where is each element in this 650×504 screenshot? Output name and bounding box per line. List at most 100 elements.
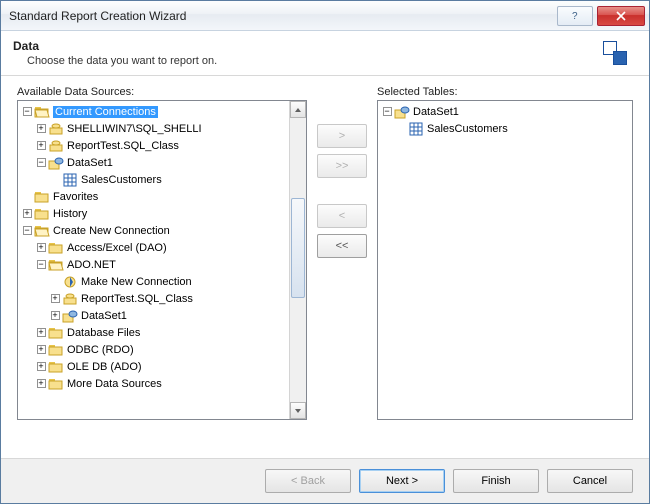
connection-icon: [48, 121, 64, 137]
node-label: OLE DB (ADO): [67, 361, 142, 373]
tree-node-reporttest2[interactable]: + ReportTest.SQL_Class: [20, 290, 306, 307]
folder-icon: [48, 342, 64, 358]
header-title: Data: [13, 39, 603, 53]
tree-node-favorites[interactable]: Favorites: [20, 188, 306, 205]
node-label: Favorites: [53, 191, 98, 203]
tree-node-database-files[interactable]: + Database Files: [20, 324, 306, 341]
selected-tree-wrap: − DataSet1 SalesCustomers: [377, 100, 633, 420]
table-icon: [408, 121, 424, 137]
dataset-icon: [48, 155, 64, 171]
tree-node-access-excel[interactable]: + Access/Excel (DAO): [20, 239, 306, 256]
node-label: ADO.NET: [67, 259, 116, 271]
close-icon: [615, 10, 627, 22]
table-icon: [62, 172, 78, 188]
svg-text:?: ?: [572, 11, 578, 22]
tree-node-dataset1[interactable]: − DataSet1: [20, 154, 306, 171]
tree-node-current-connections[interactable]: − Current Connections: [20, 103, 306, 120]
folder-icon: [34, 206, 50, 222]
expand-toggle[interactable]: −: [20, 225, 34, 236]
add-button[interactable]: >: [317, 124, 367, 148]
tree-node-shelliwin7[interactable]: + SHELLIWIN7\SQL_SHELLI: [20, 120, 306, 137]
scroll-down-button[interactable]: [290, 402, 306, 419]
node-label: More Data Sources: [67, 378, 162, 390]
connection-icon: [48, 138, 64, 154]
scroll-thumb[interactable]: [291, 198, 305, 298]
dataset-icon: [394, 104, 410, 120]
node-label: DataSet1: [413, 106, 459, 118]
tree-node-history[interactable]: + History: [20, 205, 306, 222]
expand-toggle[interactable]: +: [34, 378, 48, 389]
header-subtitle: Choose the data you want to report on.: [13, 55, 603, 67]
back-button[interactable]: < Back: [265, 469, 351, 493]
selected-tree[interactable]: − DataSet1 SalesCustomers: [378, 101, 632, 419]
dataset-icon: [62, 308, 78, 324]
expand-toggle[interactable]: +: [20, 208, 34, 219]
expand-toggle[interactable]: −: [380, 106, 394, 117]
close-button[interactable]: [597, 6, 645, 26]
add-all-button[interactable]: >>: [317, 154, 367, 178]
tree-node-make-new-connection[interactable]: Make New Connection: [20, 273, 306, 290]
folder-icon: [48, 240, 64, 256]
scrollbar[interactable]: [289, 101, 306, 419]
expand-toggle[interactable]: −: [34, 157, 48, 168]
node-label: Database Files: [67, 327, 140, 339]
wizard-body: Available Data Sources: − Current Connec…: [1, 76, 649, 458]
folder-icon: [48, 376, 64, 392]
selected-label: Selected Tables:: [377, 86, 633, 98]
folder-open-icon: [48, 257, 64, 273]
titlebar: Standard Report Creation Wizard ?: [1, 1, 649, 31]
cancel-button[interactable]: Cancel: [547, 469, 633, 493]
node-label: ODBC (RDO): [67, 344, 134, 356]
tree-node-more-data-sources[interactable]: + More Data Sources: [20, 375, 306, 392]
expand-toggle[interactable]: +: [34, 361, 48, 372]
expand-toggle[interactable]: +: [48, 293, 62, 304]
remove-button[interactable]: <: [317, 204, 367, 228]
expand-toggle[interactable]: −: [34, 259, 48, 270]
node-label: SalesCustomers: [427, 123, 508, 135]
help-icon: ?: [569, 10, 581, 22]
expand-toggle[interactable]: +: [34, 327, 48, 338]
header-decor-icon: [603, 41, 629, 67]
tree-node-reporttest[interactable]: + ReportTest.SQL_Class: [20, 137, 306, 154]
tree-node-create-new-connection[interactable]: − Create New Connection: [20, 222, 306, 239]
tree-node-odbc[interactable]: + ODBC (RDO): [20, 341, 306, 358]
expand-toggle[interactable]: −: [20, 106, 34, 117]
finish-button[interactable]: Finish: [453, 469, 539, 493]
tree-node-dataset1b[interactable]: + DataSet1: [20, 307, 306, 324]
scroll-track[interactable]: [290, 118, 306, 402]
next-button[interactable]: Next >: [359, 469, 445, 493]
expand-toggle[interactable]: +: [34, 140, 48, 151]
expand-toggle[interactable]: +: [34, 123, 48, 134]
expand-toggle[interactable]: +: [34, 242, 48, 253]
node-label: SHELLIWIN7\SQL_SHELLI: [67, 123, 202, 135]
available-tree[interactable]: − Current Connections + SHELLIWIN7\SQL_S…: [18, 101, 306, 419]
remove-all-button[interactable]: <<: [317, 234, 367, 258]
help-button[interactable]: ?: [557, 6, 593, 26]
folder-open-icon: [34, 104, 50, 120]
connection-icon: [62, 291, 78, 307]
node-label: DataSet1: [81, 310, 127, 322]
available-label: Available Data Sources:: [17, 86, 307, 98]
scroll-up-button[interactable]: [290, 101, 306, 118]
node-label: DataSet1: [67, 157, 113, 169]
tree-node-selected-dataset[interactable]: − DataSet1: [380, 103, 632, 120]
expand-toggle[interactable]: +: [34, 344, 48, 355]
tree-node-oledb[interactable]: + OLE DB (ADO): [20, 358, 306, 375]
expand-toggle[interactable]: +: [48, 310, 62, 321]
folder-icon: [48, 359, 64, 375]
node-label: Create New Connection: [53, 225, 170, 237]
tree-node-salescustomers[interactable]: SalesCustomers: [20, 171, 306, 188]
node-label: Access/Excel (DAO): [67, 242, 167, 254]
node-label: History: [53, 208, 87, 220]
wizard-header: Data Choose the data you want to report …: [1, 31, 649, 76]
wizard-window: Standard Report Creation Wizard ? Data C…: [0, 0, 650, 504]
node-label: ReportTest.SQL_Class: [81, 293, 193, 305]
node-label: Current Connections: [53, 106, 158, 118]
folder-icon: [48, 325, 64, 341]
tree-node-selected-table[interactable]: SalesCustomers: [380, 120, 632, 137]
node-label: ReportTest.SQL_Class: [67, 140, 179, 152]
folder-icon: [34, 189, 50, 205]
wizard-footer: < Back Next > Finish Cancel: [1, 458, 649, 503]
new-connection-icon: [62, 274, 78, 290]
tree-node-adonet[interactable]: − ADO.NET: [20, 256, 306, 273]
